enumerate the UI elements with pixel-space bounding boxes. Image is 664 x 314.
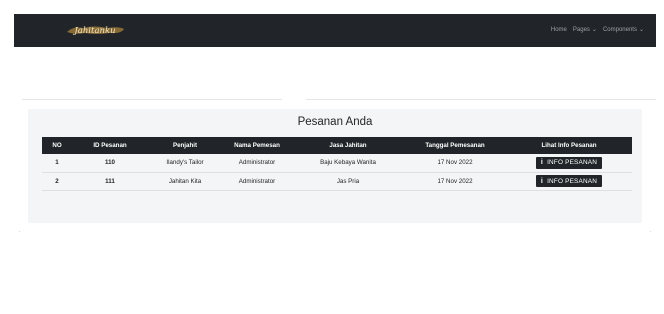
info-icon: i <box>540 177 544 185</box>
page-edge-mark <box>19 231 20 232</box>
table-row: 1 110 Ilandy's Tailor Administrator Baju… <box>42 154 632 172</box>
orders-table: NO ID Pesanan Penjahit Nama Pemesan Jasa… <box>42 137 632 191</box>
navbar: Jahitanku Home Pages ⌄ Components ⌄ <box>14 14 656 47</box>
brand-logo[interactable]: Jahitanku <box>63 23 127 37</box>
customer-name: Administrator <box>238 177 276 185</box>
chevron-down-icon: ⌄ <box>638 27 644 33</box>
info-order-button[interactable]: i INFO PESANAN <box>535 156 603 169</box>
order-id: 111 <box>105 177 115 185</box>
chevron-down-icon: ⌄ <box>591 27 597 33</box>
order-id: 110 <box>105 159 115 167</box>
nav-link-components-label: Components <box>602 27 637 33</box>
service-type: Jas Pria <box>336 177 360 185</box>
nav-links: Home Pages ⌄ Components ⌄ <box>551 26 644 35</box>
info-order-button-label: INFO PESANAN <box>547 159 598 167</box>
row-number: 2 <box>55 177 59 185</box>
table-row: 2 111 Jahitan Kita Administrator Jas Pri… <box>42 172 632 190</box>
column-header-order-date: Tanggal Pemesanan <box>425 142 485 149</box>
nav-link-pages[interactable]: Pages ⌄ <box>573 26 597 35</box>
column-header-customer: Nama Pemesan <box>234 142 280 149</box>
brand-logo-text: Jahitanku <box>72 26 115 36</box>
row-number: 1 <box>55 159 59 167</box>
column-header-service: Jasa Jahitan <box>329 142 367 149</box>
column-header-tailor: Penjahit <box>172 142 198 149</box>
divider <box>22 99 282 100</box>
order-date: 17 Nov 2022 <box>437 159 473 167</box>
table-header: NO ID Pesanan Penjahit Nama Pemesan Jasa… <box>42 137 632 154</box>
nav-link-components[interactable]: Components ⌄ <box>603 26 644 35</box>
page-edge-mark <box>650 231 651 232</box>
table-header-row: NO ID Pesanan Penjahit Nama Pemesan Jasa… <box>42 137 632 154</box>
order-date: 17 Nov 2022 <box>437 177 473 185</box>
info-icon: i <box>540 159 544 167</box>
column-header-order-id: ID Pesanan <box>93 142 127 149</box>
column-header-no: NO <box>52 142 62 149</box>
order-info-cell: i INFO PESANAN <box>506 154 632 172</box>
tailor-name: Ilandy's Tailor <box>166 159 204 167</box>
info-order-button[interactable]: i INFO PESANAN <box>535 175 603 187</box>
column-header-order-info: Lihat Info Pesanan <box>541 142 597 149</box>
nav-link-pages-label: Pages <box>572 27 590 33</box>
orders-panel: Pesanan Anda NO ID Pesanan Penjahit Nama… <box>28 109 642 223</box>
info-order-button-label: INFO PESANAN <box>547 177 598 185</box>
nav-link-home-label: Home <box>550 27 567 33</box>
page: Jahitanku Home Pages ⌄ Components ⌄ Pesana… <box>0 0 664 314</box>
tailor-name: Jahitan Kita <box>168 177 202 185</box>
nav-link-home[interactable]: Home <box>551 26 567 35</box>
service-type: Baju Kebaya Wanita <box>320 159 376 167</box>
page-title: Pesanan Anda <box>297 116 373 128</box>
customer-name: Administrator <box>238 159 276 167</box>
order-info-cell: i INFO PESANAN <box>506 172 632 190</box>
divider <box>306 99 656 100</box>
